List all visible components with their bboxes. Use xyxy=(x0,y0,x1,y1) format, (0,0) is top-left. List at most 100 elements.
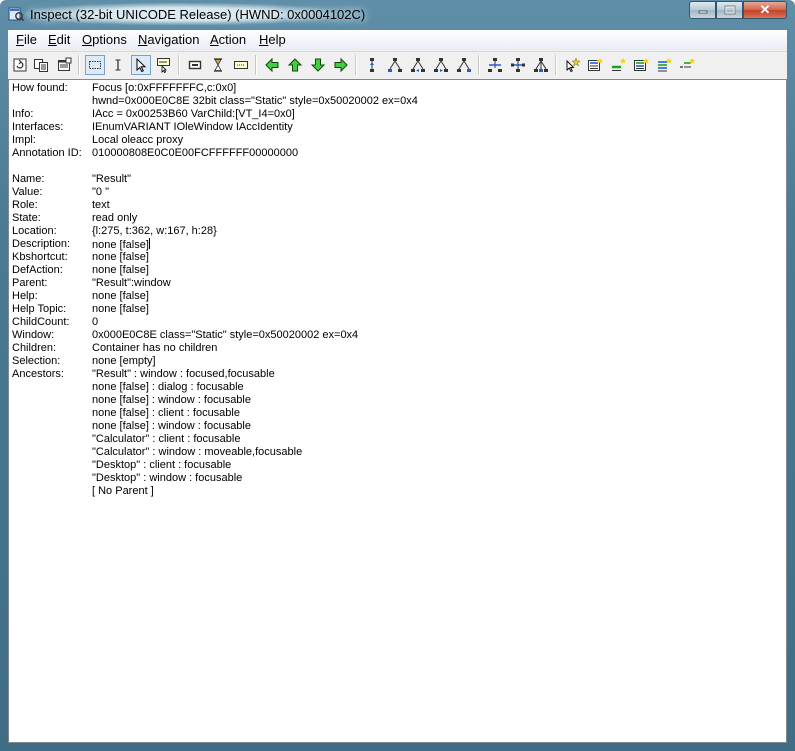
toolbar-separator xyxy=(355,55,357,75)
menu-help[interactable]: Help xyxy=(257,32,288,47)
menu-action[interactable]: Action xyxy=(208,32,248,47)
tree-prev-sibling-button[interactable] xyxy=(408,55,428,75)
property-value: none [false] xyxy=(92,238,150,251)
tree-expand-button[interactable] xyxy=(508,55,528,75)
property-key: Parent: xyxy=(12,277,48,289)
property-key: How found: xyxy=(12,82,68,94)
property-value: Container has no children xyxy=(92,342,218,354)
access-key: F xyxy=(16,32,24,47)
tree-parent-icon xyxy=(370,58,374,72)
nav-right-button[interactable] xyxy=(331,55,351,75)
property-value: none [false] : window : focusable xyxy=(92,394,251,406)
highlight-rect-button[interactable] xyxy=(185,55,205,75)
tree-first-child-icon xyxy=(388,58,402,72)
property-key: Value: xyxy=(12,186,43,198)
extend-select-icon xyxy=(658,58,672,72)
add-select-icon xyxy=(634,58,649,71)
hourglass-button[interactable] xyxy=(208,55,228,75)
text-cursor-button[interactable] xyxy=(108,55,128,75)
tree-collapse-icon xyxy=(488,58,502,72)
tree-next-sibling-icon xyxy=(434,58,448,72)
text-cursor-icon xyxy=(115,59,121,71)
property-value: "Desktop" : window : focusable xyxy=(92,472,243,484)
property-key: Kbshortcut: xyxy=(12,251,68,263)
property-value: "Desktop" : client : focusable xyxy=(92,459,232,471)
property-value: hwnd=0x000E0C8E 32bit class="Static" sty… xyxy=(92,95,418,107)
properties-icon xyxy=(58,57,72,71)
close-button[interactable]: ✕ xyxy=(743,1,787,19)
nav-right-icon xyxy=(334,57,348,73)
window-title: Inspect (32-bit UNICODE Release) (HWND: … xyxy=(30,7,366,22)
rectangle-select-button[interactable] xyxy=(85,55,105,75)
property-value: none [false] xyxy=(92,290,149,302)
property-value: 0x000E0C8E class="Static" style=0x500200… xyxy=(92,329,359,341)
select-button[interactable] xyxy=(585,55,605,75)
property-key: Help: xyxy=(12,290,38,302)
nav-up-icon xyxy=(287,58,303,72)
property-value: "Calculator" : window : moveable,focusab… xyxy=(92,446,303,458)
tree-next-sibling-button[interactable] xyxy=(431,55,451,75)
property-value: none [false] : dialog : focusable xyxy=(92,381,244,393)
property-key: Help Topic: xyxy=(12,303,67,315)
tree-parent-button[interactable] xyxy=(362,55,382,75)
client-area: File Edit Options Navigation Action Help xyxy=(8,30,787,743)
focus-icon xyxy=(612,58,626,71)
remove-select-button[interactable] xyxy=(677,55,697,75)
property-value: none [false] xyxy=(92,303,149,315)
property-key: Children: xyxy=(12,342,57,354)
tree-first-child-button[interactable] xyxy=(385,55,405,75)
menu-options[interactable]: Options xyxy=(80,32,129,47)
property-value: none [false] xyxy=(92,251,149,263)
property-key: ChildCount: xyxy=(12,316,70,328)
property-value: none [false] xyxy=(92,264,149,276)
property-value: "0 " xyxy=(92,186,109,198)
tree-expand-icon xyxy=(511,58,525,72)
title-bar[interactable]: Inspect (32-bit UNICODE Release) (HWND: … xyxy=(0,0,795,30)
property-value: none [false] : client : focusable xyxy=(92,407,240,419)
property-value: "Result" xyxy=(92,173,131,185)
toolbar xyxy=(8,51,787,80)
properties-pane[interactable]: How found: Focus [o:0xFFFFFFFC,c:0x0] hwnd… xyxy=(8,79,787,743)
tree-collapse-button[interactable] xyxy=(485,55,505,75)
property-value: IEnumVARIANT IOleWindow IAccIdentity xyxy=(92,121,293,133)
menu-file[interactable]: File xyxy=(14,32,39,47)
copy-button[interactable] xyxy=(31,55,51,75)
add-select-button[interactable] xyxy=(631,55,651,75)
access-key: A xyxy=(210,32,219,47)
toolbar-separator xyxy=(255,55,257,75)
tooltip-icon xyxy=(157,58,170,73)
refresh-button[interactable] xyxy=(10,55,30,75)
toolbar-separator xyxy=(555,55,557,75)
property-value: none [false] : window : focusable xyxy=(92,420,251,432)
property-value: Focus [o:0xFFFFFFFC,c:0x0] xyxy=(92,82,237,94)
arrow-pointer-icon xyxy=(136,57,147,73)
tree-last-child-icon xyxy=(457,58,471,72)
menu-bar: File Edit Options Navigation Action Help xyxy=(8,30,787,50)
nav-down-button[interactable] xyxy=(308,55,328,75)
property-key: Description: xyxy=(12,238,71,250)
menu-navigation[interactable]: Navigation xyxy=(136,32,201,47)
tooltip-button[interactable] xyxy=(154,55,174,75)
minimize-button[interactable] xyxy=(689,1,716,19)
focus-button[interactable] xyxy=(608,55,628,75)
inspect-app-icon xyxy=(8,7,24,22)
nav-up-button[interactable] xyxy=(285,55,305,75)
caret-button[interactable] xyxy=(231,55,251,75)
maximize-button[interactable] xyxy=(716,1,743,19)
menu-edit[interactable]: Edit xyxy=(46,32,72,47)
property-value: Local oleacc proxy xyxy=(92,134,184,146)
tree-navigate-button[interactable] xyxy=(531,55,551,75)
default-action-button[interactable] xyxy=(562,55,582,75)
nav-left-button[interactable] xyxy=(262,55,282,75)
refresh-icon xyxy=(13,58,27,72)
properties-button[interactable] xyxy=(54,55,74,75)
maximize-icon xyxy=(724,5,735,15)
property-value: 010000808E0C0E00FCFFFFFF00000000 xyxy=(92,147,299,159)
property-key: Window: xyxy=(12,329,55,341)
arrow-pointer-button[interactable] xyxy=(131,55,151,75)
extend-select-button[interactable] xyxy=(654,55,674,75)
property-key: Role: xyxy=(12,199,38,211)
caret-icon xyxy=(234,61,248,69)
tree-last-child-button[interactable] xyxy=(454,55,474,75)
rectangle-select-icon xyxy=(89,61,101,69)
